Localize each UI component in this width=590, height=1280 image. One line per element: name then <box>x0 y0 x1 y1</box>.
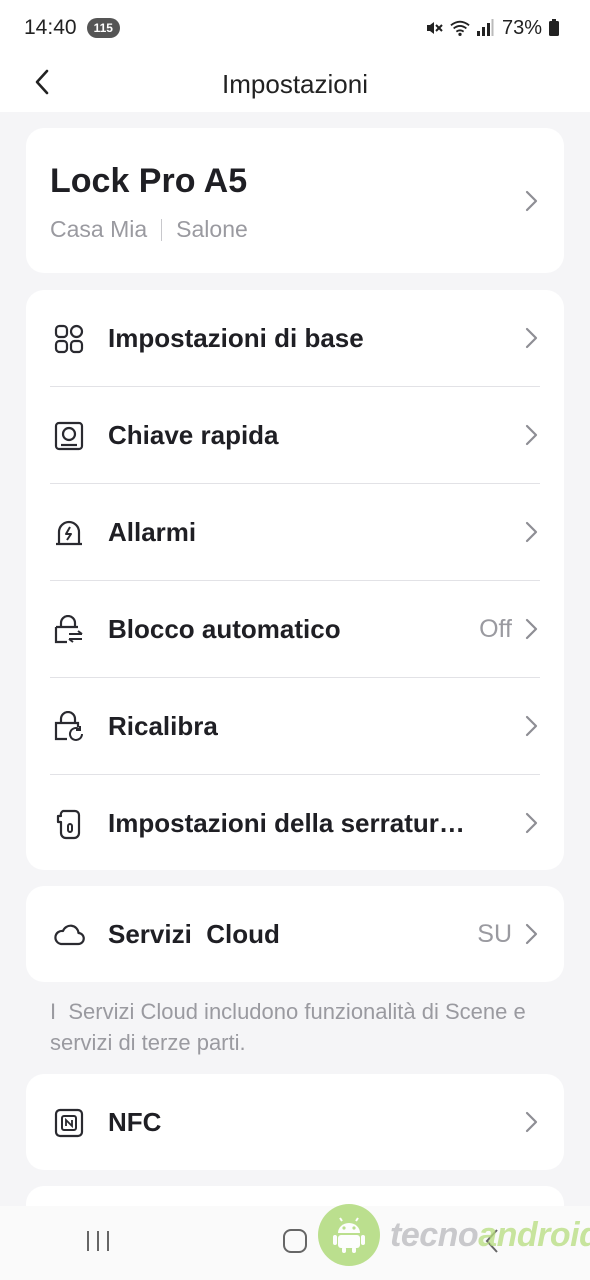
back-arrow-icon <box>34 69 50 100</box>
device-home: Casa Mia <box>50 216 148 242</box>
chevron-right-icon <box>522 424 540 446</box>
cloud-services-region: SU <box>477 920 512 948</box>
menu-item-label: Ricalibra <box>108 711 218 741</box>
menu-item-recalibrate[interactable]: Ricalibra <box>26 678 564 775</box>
device-location: Casa Mia Salone <box>50 216 248 243</box>
wifi-icon <box>450 18 470 38</box>
watermark: tecnoandroid <box>318 1202 590 1268</box>
cloud-services-label: Servizi Cloud <box>108 919 280 949</box>
status-time: 14:40 <box>24 16 77 39</box>
notification-count-badge: 115 <box>86 18 120 38</box>
recent-apps-button[interactable] <box>68 1213 128 1273</box>
chevron-right-icon <box>522 618 540 640</box>
watermark-text: tecnoandroid <box>390 1215 590 1254</box>
signal-icon <box>476 18 496 38</box>
cloud-icon <box>52 918 86 952</box>
chevron-right-icon <box>522 923 540 945</box>
recalibrate-icon <box>52 710 86 744</box>
page-title: Impostazioni <box>222 68 368 99</box>
nfc-icon <box>52 1106 86 1140</box>
chevron-right-icon <box>522 715 540 737</box>
quick-key-icon <box>52 419 86 453</box>
chevron-right-icon <box>522 812 540 834</box>
status-bar: 14:40 115 73% <box>0 0 590 56</box>
menu-item-basic-settings[interactable]: Impostazioni di base <box>26 290 564 387</box>
recent-apps-icon <box>85 1229 111 1258</box>
battery-icon <box>548 18 568 38</box>
mute-icon <box>424 18 444 38</box>
menu-item-label: Chiave rapida <box>108 420 279 450</box>
menu-item-label: Impostazioni della serratur… <box>108 808 465 838</box>
menu-item-label: Allarmi <box>108 517 197 547</box>
android-robot-icon <box>318 1204 380 1266</box>
menu-item-nfc[interactable]: NFC <box>26 1074 564 1171</box>
chevron-right-icon <box>522 521 540 543</box>
chevron-right-icon <box>522 327 540 349</box>
device-room: Salone <box>176 216 248 242</box>
grid-icon <box>52 322 86 356</box>
location-separator <box>161 218 163 241</box>
cloud-services-note: I Servizi Cloud includono funzionalità d… <box>50 999 532 1055</box>
auto-lock-status: Off <box>479 615 512 643</box>
alarm-icon <box>52 516 86 550</box>
menu-item-alarms[interactable]: Allarmi <box>26 484 564 581</box>
settings-menu: Impostazioni di base Chiave rapida Allar… <box>26 290 564 870</box>
lock-settings-icon <box>52 807 86 841</box>
nfc-card: NFC <box>26 1074 564 1170</box>
menu-item-auto-lock[interactable]: Blocco automatico Off <box>26 581 564 678</box>
chevron-right-icon <box>522 1111 540 1133</box>
cloud-services-card: Servizi Cloud SU <box>26 886 564 982</box>
menu-item-cloud-services[interactable]: Servizi Cloud SU <box>26 886 564 983</box>
nfc-label: NFC <box>108 1107 162 1137</box>
battery-percent: 73% <box>501 16 542 39</box>
menu-item-label: Impostazioni di base <box>108 323 364 353</box>
settings-screen: 14:40 115 73% Impostazioni Lock Pro A5 C… <box>0 0 590 1280</box>
device-card[interactable]: Lock Pro A5 Casa Mia Salone <box>26 128 564 273</box>
menu-item-label: Blocco automatico <box>108 614 341 644</box>
menu-item-quick-key[interactable]: Chiave rapida <box>26 387 564 484</box>
app-header: Impostazioni <box>0 56 590 112</box>
device-name: Lock Pro A5 <box>50 162 248 200</box>
back-button[interactable] <box>22 64 62 104</box>
auto-lock-icon <box>52 613 86 647</box>
home-icon <box>282 1228 308 1259</box>
chevron-right-icon <box>522 190 540 212</box>
home-button[interactable] <box>265 1213 325 1273</box>
menu-item-lock-settings[interactable]: Impostazioni della serratur… <box>26 775 564 872</box>
